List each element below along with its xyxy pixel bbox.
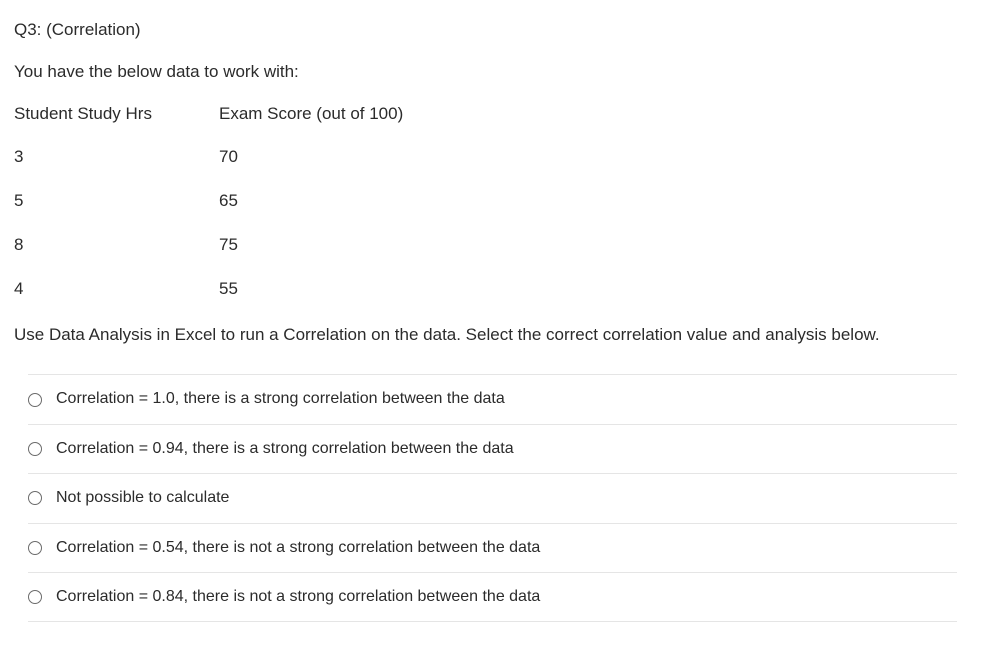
header-exam-score: Exam Score (out of 100) <box>219 102 403 126</box>
answer-option[interactable]: Correlation = 1.0, there is a strong cor… <box>28 374 957 423</box>
radio-icon <box>28 393 42 407</box>
cell-study-hrs: 3 <box>14 145 219 169</box>
answer-option[interactable]: Correlation = 0.54, there is not a stron… <box>28 523 957 572</box>
cell-study-hrs: 4 <box>14 277 219 301</box>
data-row: 8 75 <box>14 233 971 257</box>
answer-option[interactable]: Correlation = 0.84, there is not a stron… <box>28 572 957 622</box>
radio-icon <box>28 491 42 505</box>
cell-study-hrs: 8 <box>14 233 219 257</box>
data-row: 5 65 <box>14 189 971 213</box>
answer-option[interactable]: Correlation = 0.94, there is a strong co… <box>28 424 957 473</box>
question-heading: Q3: (Correlation) <box>14 18 971 42</box>
option-label: Not possible to calculate <box>56 487 229 509</box>
answer-options: Correlation = 1.0, there is a strong cor… <box>28 374 957 622</box>
option-label: Correlation = 0.94, there is a strong co… <box>56 438 514 460</box>
option-label: Correlation = 0.54, there is not a stron… <box>56 537 540 559</box>
cell-exam-score: 65 <box>219 189 238 213</box>
option-label: Correlation = 1.0, there is a strong cor… <box>56 388 505 410</box>
cell-exam-score: 75 <box>219 233 238 257</box>
answer-option[interactable]: Not possible to calculate <box>28 473 957 522</box>
header-study-hrs: Student Study Hrs <box>14 102 219 126</box>
radio-icon <box>28 590 42 604</box>
cell-exam-score: 55 <box>219 277 238 301</box>
cell-exam-score: 70 <box>219 145 238 169</box>
question-intro: You have the below data to work with: <box>14 60 971 84</box>
cell-study-hrs: 5 <box>14 189 219 213</box>
data-row: 3 70 <box>14 145 971 169</box>
data-header-row: Student Study Hrs Exam Score (out of 100… <box>14 102 971 126</box>
option-label: Correlation = 0.84, there is not a stron… <box>56 586 540 608</box>
radio-icon <box>28 541 42 555</box>
data-row: 4 55 <box>14 277 971 301</box>
radio-icon <box>28 442 42 456</box>
question-instruction: Use Data Analysis in Excel to run a Corr… <box>14 323 971 347</box>
